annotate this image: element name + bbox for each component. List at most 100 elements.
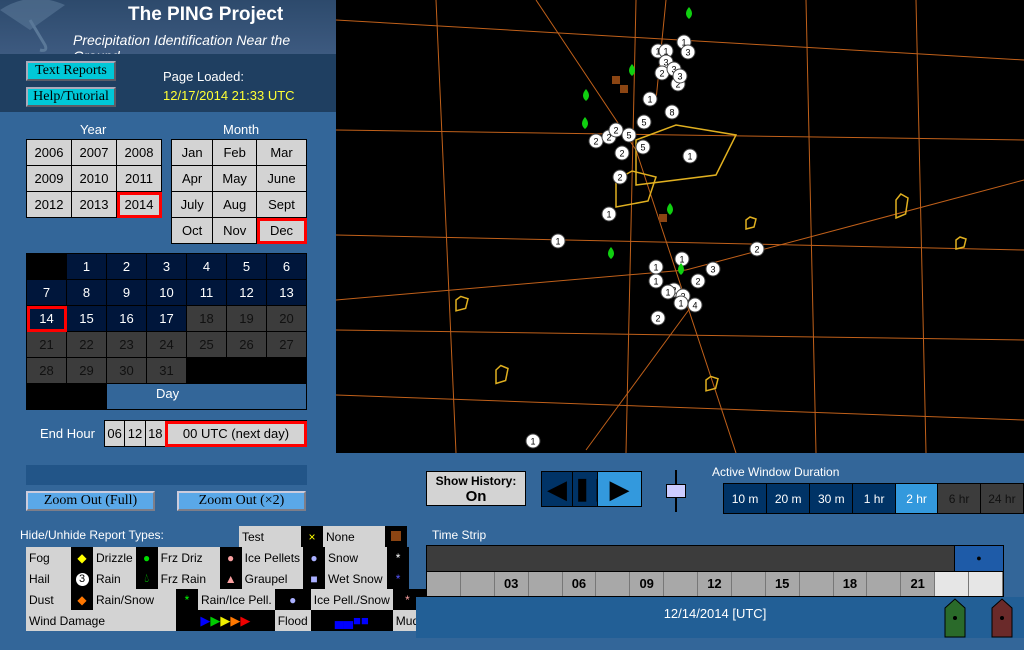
day-16[interactable]: 16 — [106, 305, 147, 332]
zoom-out-full-button[interactable]: Zoom Out (Full) — [26, 491, 155, 511]
day-6[interactable]: 6 — [266, 253, 307, 280]
day-9[interactable]: 9 — [106, 279, 147, 306]
toggle-wind-damage[interactable]: Wind Damage — [26, 610, 176, 631]
time-tick[interactable]: 09 — [630, 572, 665, 596]
rain-report-marker[interactable] — [667, 203, 673, 215]
year-2011[interactable]: 2011 — [116, 165, 162, 192]
year-2008[interactable]: 2008 — [116, 139, 162, 166]
end-time-marker-icon[interactable] — [991, 598, 1013, 638]
month-aug[interactable]: Aug — [212, 191, 258, 218]
month-jan[interactable]: Jan — [170, 139, 214, 166]
time-tick[interactable] — [731, 572, 766, 596]
toggle-rain[interactable]: Rain — [93, 568, 136, 589]
year-2009[interactable]: 2009 — [26, 165, 72, 192]
month-feb[interactable]: Feb — [212, 139, 258, 166]
toggle-fog[interactable]: Fog — [26, 547, 71, 568]
month-dec[interactable]: Dec — [256, 217, 307, 244]
year-2014[interactable]: 2014 — [116, 191, 162, 218]
day-10[interactable]: 10 — [146, 279, 187, 306]
toggle-rain-snow[interactable]: Rain/Snow — [93, 589, 176, 610]
month-may[interactable]: May — [212, 165, 258, 192]
duration-2hr[interactable]: 2 hr — [894, 483, 939, 514]
year-2006[interactable]: 2006 — [26, 139, 72, 166]
duration-10m[interactable]: 10 m — [722, 483, 768, 514]
day-17[interactable]: 17 — [146, 305, 187, 332]
step-forward-button[interactable]: ▶ — [597, 472, 641, 506]
toggle-snow[interactable]: Snow — [325, 547, 388, 568]
month-mar[interactable]: Mar — [256, 139, 307, 166]
time-tick[interactable] — [799, 572, 834, 596]
duration-24hr[interactable]: 24 hr — [979, 483, 1024, 514]
toggle-frz-driz[interactable]: Frz Driz — [157, 547, 220, 568]
day-14[interactable]: 14 — [26, 305, 67, 332]
end-hour-12[interactable]: 12 — [124, 420, 146, 447]
end-hour-18[interactable]: 18 — [144, 420, 166, 447]
time-tick[interactable]: 18 — [833, 572, 868, 596]
none-report-marker[interactable] — [659, 214, 667, 222]
time-tick[interactable]: 12 — [698, 572, 732, 596]
month-june[interactable]: June — [256, 165, 307, 192]
rain-report-marker[interactable] — [582, 117, 588, 129]
text-reports-button[interactable]: Text Reports — [26, 61, 116, 81]
toggle-frz-rain[interactable]: Frz Rain — [157, 568, 220, 589]
none-report-marker[interactable] — [620, 85, 628, 93]
day-13[interactable]: 13 — [266, 279, 307, 306]
toggle-dust[interactable]: Dust — [26, 589, 71, 610]
time-tick[interactable]: 15 — [765, 572, 800, 596]
day-11[interactable]: 11 — [186, 279, 227, 306]
year-2013[interactable]: 2013 — [71, 191, 117, 218]
show-history-button[interactable]: Show History: On — [426, 471, 526, 506]
day-2[interactable]: 2 — [106, 253, 147, 280]
month-sept[interactable]: Sept — [256, 191, 307, 218]
month-apr[interactable]: Apr — [170, 165, 214, 192]
day-3[interactable]: 3 — [146, 253, 187, 280]
toggle-rain-ice[interactable]: Rain/Ice Pell. — [198, 589, 275, 610]
time-tick[interactable] — [427, 572, 461, 596]
rain-report-marker[interactable] — [686, 7, 692, 19]
toggle-none[interactable]: None — [323, 526, 385, 547]
year-2007[interactable]: 2007 — [71, 139, 117, 166]
step-back-button[interactable]: ◀ — [542, 472, 572, 506]
help-tutorial-button[interactable]: Help/Tutorial — [26, 87, 116, 107]
day-7[interactable]: 7 — [26, 279, 67, 306]
none-report-marker[interactable] — [612, 76, 620, 84]
year-2010[interactable]: 2010 — [71, 165, 117, 192]
toggle-graupel[interactable]: Graupel — [241, 568, 304, 589]
time-tick[interactable] — [664, 572, 698, 596]
day-1[interactable]: 1 — [66, 253, 107, 280]
speed-slider-handle[interactable] — [666, 484, 686, 498]
day-4[interactable]: 4 — [186, 253, 227, 280]
toggle-wet-snow[interactable]: Wet Snow — [325, 568, 388, 589]
time-tick[interactable] — [596, 572, 631, 596]
time-tick[interactable] — [935, 572, 969, 596]
toggle-test[interactable]: Test — [239, 526, 301, 547]
duration-20m[interactable]: 20 m — [766, 483, 811, 514]
map[interactable]: 11313223135822255221112113122241211 — [335, 0, 1024, 454]
duration-1hr[interactable]: 1 hr — [852, 483, 896, 514]
time-tick[interactable] — [867, 572, 902, 596]
time-tick[interactable]: 06 — [562, 572, 597, 596]
duration-30m[interactable]: 30 m — [809, 483, 854, 514]
active-window[interactable]: ● — [954, 546, 1003, 571]
time-tick[interactable] — [969, 572, 1003, 596]
time-tick[interactable] — [460, 572, 495, 596]
toggle-ice-pellets[interactable]: Ice Pellets — [241, 547, 304, 568]
time-tick[interactable]: 21 — [901, 572, 936, 596]
toggle-flood[interactable]: Flood — [274, 610, 311, 631]
time-tick[interactable]: 03 — [494, 572, 529, 596]
pause-button[interactable]: ❚❚ — [572, 472, 610, 506]
toggle-drizzle[interactable]: Drizzle — [93, 547, 136, 568]
time-tick[interactable] — [528, 572, 563, 596]
day-15[interactable]: 15 — [66, 305, 107, 332]
start-time-marker-icon[interactable] — [944, 598, 966, 638]
month-oct[interactable]: Oct — [170, 217, 214, 244]
zoom-out-x2-button[interactable]: Zoom Out (×2) — [177, 491, 306, 511]
time-strip[interactable]: ● 03 06 09 12 15 18 21 — [426, 545, 1004, 597]
rain-report-marker[interactable] — [608, 247, 614, 259]
day-5[interactable]: 5 — [226, 253, 267, 280]
rain-report-marker[interactable] — [583, 89, 589, 101]
year-2012[interactable]: 2012 — [26, 191, 72, 218]
toggle-ice-snow[interactable]: Ice Pell./Snow — [310, 589, 393, 610]
day-8[interactable]: 8 — [66, 279, 107, 306]
end-hour-00-utc-next-day-[interactable]: 00 UTC (next day) — [164, 420, 308, 447]
